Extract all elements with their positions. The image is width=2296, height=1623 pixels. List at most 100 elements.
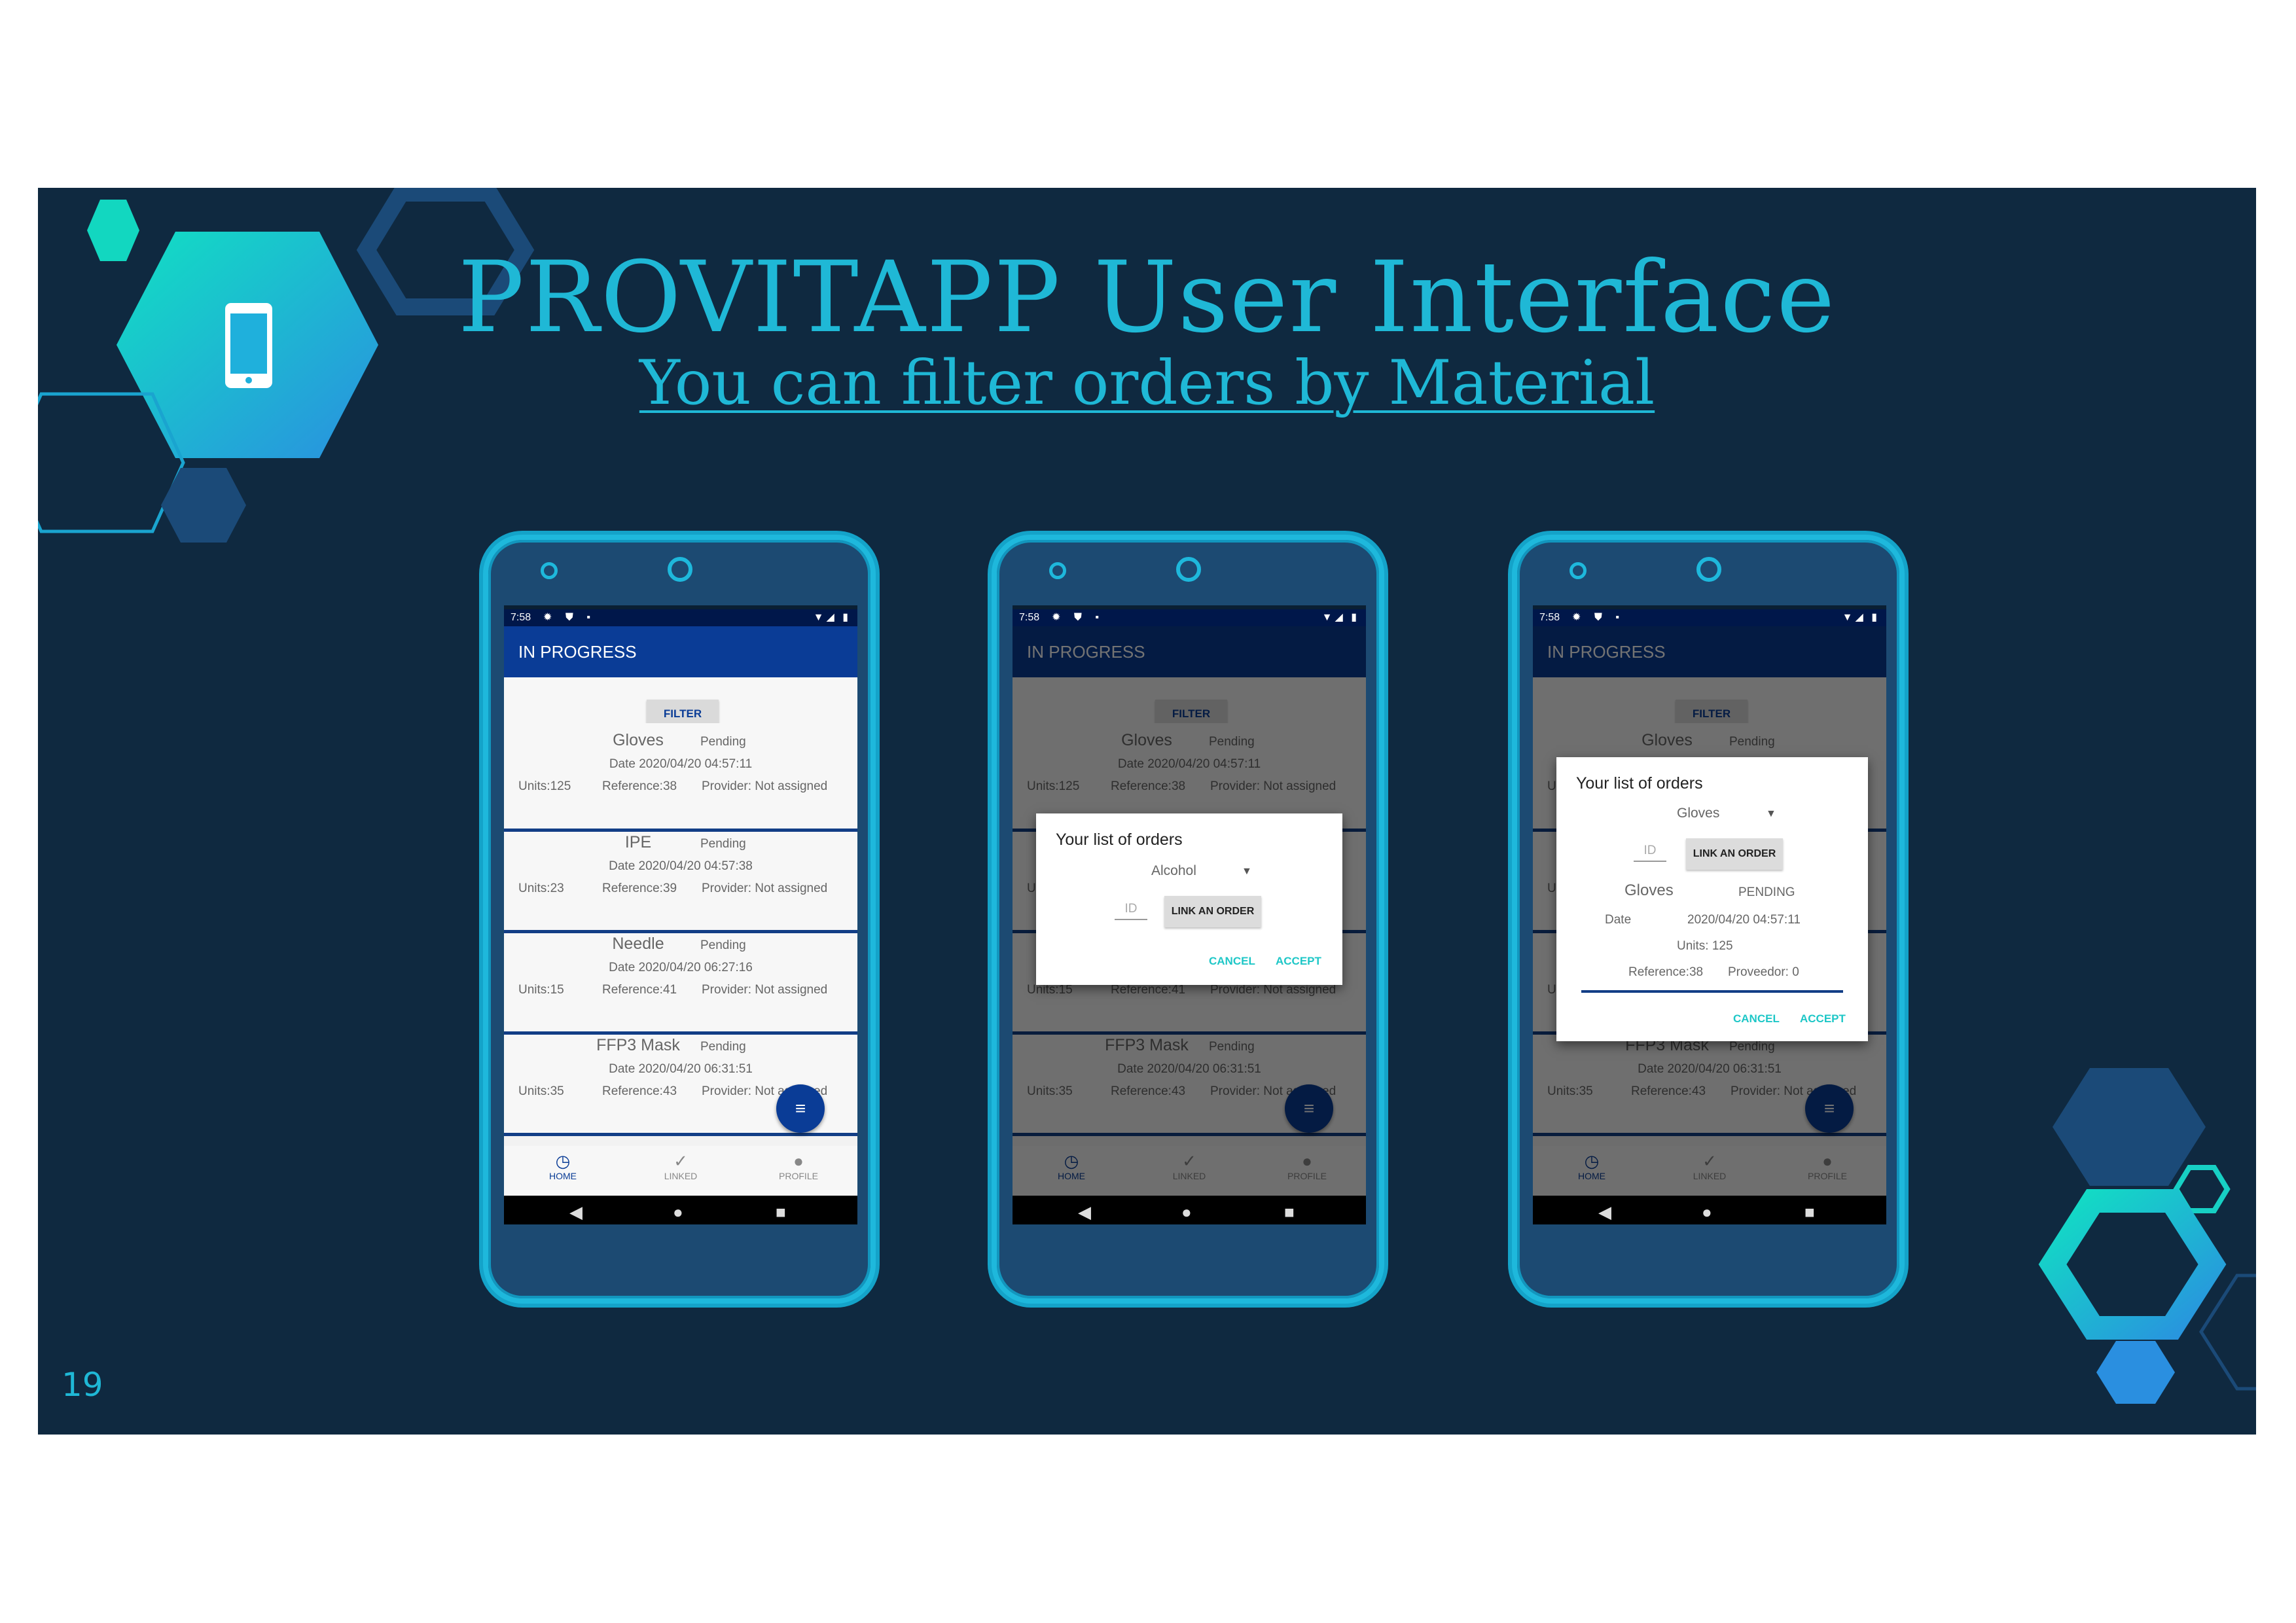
- phone-mockup-dialog-empty: 7:58 ✹ ⛊ ▪ ▼◢ ▮ IN PROGRESS FILTER Glove…: [992, 535, 1384, 1304]
- order-date: Date 2020/04/20 06:27:16: [609, 961, 753, 974]
- link-order-button[interactable]: LINK AN ORDER: [1686, 838, 1783, 870]
- phone-mockup-dialog-selected: 7:58 ✹ ⛊ ▪ ▼◢ ▮ IN PROGRESS FILTER Glove…: [1512, 535, 1905, 1304]
- selected-order-provider: Proveedor: 0: [1728, 965, 1799, 979]
- home-circle-icon[interactable]: ●: [673, 1202, 683, 1222]
- bottom-navigation: ◷ HOME ✓ LINKED ● PROFILE: [504, 1146, 857, 1196]
- status-signal-battery-icons: ▼◢ ▮: [1842, 612, 1880, 623]
- selected-order-date-label: Date: [1605, 913, 1632, 927]
- home-circle-icon[interactable]: ●: [1702, 1202, 1712, 1222]
- cancel-button[interactable]: CANCEL: [1209, 955, 1255, 968]
- camera-icon: [541, 562, 558, 579]
- app-screen: 7:58 ✹ ⛊ ▪ ▼◢ ▮ IN PROGRESS FILTER Glove…: [1533, 605, 1886, 1224]
- order-reference: Reference:43: [602, 1084, 677, 1098]
- order-date: Date 2020/04/20 04:57:38: [609, 859, 753, 873]
- slide-title: PROVITAPP User Interface: [457, 241, 1837, 355]
- order-name: Gloves: [613, 731, 664, 749]
- chevron-down-icon[interactable]: ▼: [1242, 866, 1252, 878]
- status-bar: 7:58 ✹ ⛊ ▪ ▼◢ ▮: [1533, 609, 1886, 626]
- status-signal-battery-icons: ▼◢ ▮: [813, 612, 851, 623]
- order-units: Units:35: [518, 1084, 564, 1098]
- hexagon-small-navy: [161, 468, 246, 543]
- order-reference: Reference:41: [602, 983, 677, 997]
- status-notification-icons: ✹ ⛊ ▪: [1572, 612, 1624, 623]
- status-time: 7:58: [1539, 612, 1560, 623]
- status-bar: 7:58 ✹ ⛊ ▪ ▼◢ ▮: [504, 609, 857, 626]
- material-select[interactable]: Gloves: [1677, 806, 1719, 821]
- order-name: IPE: [624, 833, 652, 851]
- order-provider: Provider: Not assigned: [702, 882, 828, 895]
- link-order-button[interactable]: LINK AN ORDER: [1164, 896, 1261, 927]
- speaker-icon: [668, 557, 692, 582]
- order-card[interactable]: Gloves Pending Date 2020/04/20 04:57:11 …: [504, 723, 857, 832]
- order-status: Pending: [700, 837, 746, 851]
- nav-profile[interactable]: ● PROFILE: [740, 1151, 857, 1181]
- clock-icon: ◷: [555, 1151, 571, 1171]
- status-bar: 7:58 ✹ ⛊ ▪ ▼◢ ▮: [1013, 609, 1366, 626]
- person-icon: ●: [793, 1151, 804, 1171]
- slide: PROVITAPP User Interface You can filter …: [38, 188, 2256, 1435]
- order-status: Pending: [700, 735, 746, 749]
- accept-button[interactable]: ACCEPT: [1800, 1012, 1846, 1026]
- system-navigation-bar: ◀ ● ■: [1013, 1196, 1366, 1224]
- recents-icon[interactable]: ■: [1804, 1202, 1815, 1222]
- nav-linked[interactable]: ✓ LINKED: [622, 1151, 740, 1181]
- recents-icon[interactable]: ■: [776, 1202, 786, 1222]
- chevron-down-icon[interactable]: ▼: [1766, 808, 1776, 820]
- order-provider: Provider: Not assigned: [702, 779, 828, 793]
- orders-dialog: Your list of orders Alcohol ▼ ID LINK AN…: [1036, 813, 1342, 985]
- order-name: FFP3 Mask: [596, 1036, 680, 1054]
- camera-icon: [1049, 562, 1066, 579]
- status-time: 7:58: [511, 612, 531, 623]
- camera-icon: [1570, 562, 1587, 579]
- accept-button[interactable]: ACCEPT: [1276, 955, 1321, 968]
- order-date: Date 2020/04/20 04:57:11: [609, 757, 753, 771]
- order-status: Pending: [700, 1040, 746, 1054]
- back-icon[interactable]: ◀: [1598, 1202, 1611, 1222]
- speaker-icon: [1176, 557, 1201, 582]
- home-circle-icon[interactable]: ●: [1181, 1202, 1192, 1222]
- back-icon[interactable]: ◀: [1078, 1202, 1091, 1222]
- order-card[interactable]: IPE Pending Date 2020/04/20 04:57:38 Uni…: [504, 832, 857, 933]
- slide-subtitle: You can filter orders by Material: [639, 348, 1655, 419]
- filter-list-icon[interactable]: ≡: [776, 1084, 825, 1133]
- status-time: 7:58: [1019, 612, 1040, 623]
- order-list: Gloves Pending Date 2020/04/20 04:57:11 …: [504, 723, 857, 1136]
- dialog-title: Your list of orders: [1576, 774, 1703, 793]
- selected-order-status: PENDING: [1738, 885, 1795, 899]
- system-navigation-bar: ◀ ● ■: [504, 1196, 857, 1224]
- app-bar-title: IN PROGRESS: [504, 626, 857, 677]
- recents-icon[interactable]: ■: [1284, 1202, 1295, 1222]
- speaker-icon: [1696, 557, 1721, 582]
- nav-profile-label: PROFILE: [779, 1171, 818, 1181]
- status-notification-icons: ✹ ⛊ ▪: [543, 612, 596, 623]
- nav-linked-label: LINKED: [664, 1171, 698, 1181]
- check-icon: ✓: [673, 1151, 688, 1171]
- order-name: Needle: [612, 935, 664, 953]
- order-provider: Provider: Not assigned: [702, 983, 828, 997]
- order-reference: Reference:38: [602, 779, 677, 793]
- cancel-button[interactable]: CANCEL: [1733, 1012, 1780, 1026]
- order-reference: Reference:39: [602, 882, 677, 895]
- dialog-title: Your list of orders: [1056, 830, 1183, 849]
- order-id-input[interactable]: ID: [1634, 844, 1666, 862]
- order-units: Units:15: [518, 983, 564, 997]
- order-status: Pending: [700, 938, 746, 952]
- status-notification-icons: ✹ ⛊ ▪: [1052, 612, 1104, 623]
- orders-dialog: Your list of orders Gloves ▼ ID LINK AN …: [1556, 757, 1868, 1041]
- selection-underline: [1581, 990, 1843, 993]
- phone-mockup-list: 7:58 ✹ ⛊ ▪ ▼◢ ▮ IN PROGRESS FILTER Glove…: [483, 535, 876, 1304]
- order-id-input[interactable]: ID: [1115, 902, 1147, 920]
- hexagon-outline-edge-right: [2199, 1274, 2256, 1391]
- hexagon-outline-big-right: [2038, 1189, 2227, 1340]
- back-icon[interactable]: ◀: [569, 1202, 583, 1222]
- nav-home-label: HOME: [549, 1171, 577, 1181]
- order-units: Units:23: [518, 882, 564, 895]
- order-units: Units:125: [518, 779, 571, 793]
- selected-order-units: Units: 125: [1677, 939, 1733, 953]
- order-card[interactable]: Needle Pending Date 2020/04/20 06:27:16 …: [504, 933, 857, 1035]
- material-select[interactable]: Alcohol: [1151, 863, 1196, 879]
- selected-order-reference: Reference:38: [1628, 965, 1704, 979]
- selected-order-name: Gloves: [1624, 882, 1674, 899]
- nav-home[interactable]: ◷ HOME: [504, 1151, 622, 1181]
- hexagon-navy-right: [2053, 1068, 2206, 1186]
